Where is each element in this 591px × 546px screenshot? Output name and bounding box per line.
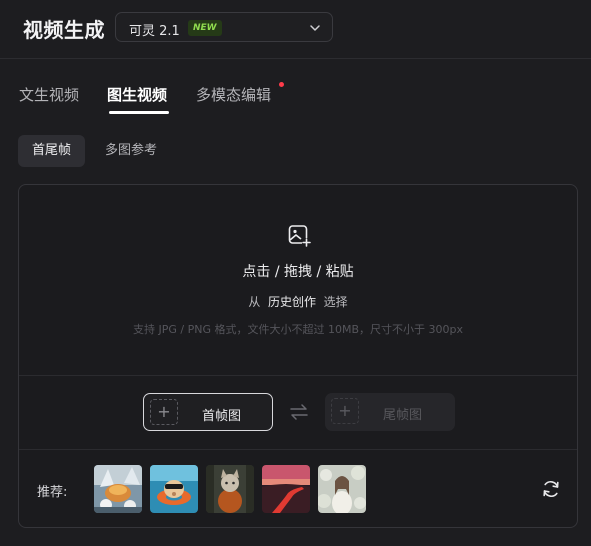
tab-multimodal-edit[interactable]: 多模态编辑 <box>196 84 271 105</box>
model-select[interactable]: 可灵 2.1 NEW <box>115 12 333 42</box>
upload-panel: 点击 / 拖拽 / 粘贴 从 历史创作 选择 支持 JPG / PNG 格式，文… <box>18 184 578 528</box>
history-line: 从 历史创作 选择 <box>19 293 577 310</box>
header: 视频生成 可灵 2.1 NEW <box>0 0 591 59</box>
notification-dot <box>279 82 284 87</box>
chevron-down-icon <box>310 25 320 31</box>
recommend-label: 推荐: <box>37 485 68 500</box>
tab-image-to-video[interactable]: 图生视频 <box>107 84 167 105</box>
divider <box>19 375 577 376</box>
rec-thumb-snow-cake[interactable] <box>94 465 142 513</box>
divider <box>19 449 577 450</box>
upload-hint: 支持 JPG / PNG 格式，文件大小不超过 10MB，尺寸不小于 300px <box>133 323 463 336</box>
image-upload-icon[interactable] <box>287 223 311 247</box>
model-select-value: 可灵 2.1 <box>129 24 180 39</box>
refresh-icon[interactable] <box>541 479 561 499</box>
active-tab-indicator <box>109 111 169 114</box>
subtab-multi-image-ref[interactable]: 多图参考 <box>96 135 166 167</box>
history-suffix: 选择 <box>323 295 348 309</box>
rec-thumb-cat-forest[interactable] <box>206 465 254 513</box>
last-frame-button[interactable]: + 尾帧图 <box>325 393 455 431</box>
plus-icon: + <box>331 398 359 424</box>
rec-thumb-hamster-float[interactable] <box>150 465 198 513</box>
subtab-first-last-frame[interactable]: 首尾帧 <box>18 135 85 167</box>
last-frame-label: 尾帧图 <box>383 408 423 423</box>
history-link[interactable]: 历史创作 <box>268 295 316 309</box>
tab-text-to-video[interactable]: 文生视频 <box>19 84 79 105</box>
rec-thumb-woman-flowers[interactable] <box>318 465 366 513</box>
page-title: 视频生成 <box>23 18 105 42</box>
history-prefix: 从 <box>248 295 261 309</box>
swap-icon[interactable] <box>289 403 309 421</box>
rec-thumb-sunset-river[interactable] <box>262 465 310 513</box>
upload-instructions[interactable]: 点击 / 拖拽 / 粘贴 <box>19 261 577 281</box>
mode-tabs: 文生视频 图生视频 多模态编辑 <box>0 80 591 114</box>
plus-icon: + <box>150 399 178 425</box>
first-frame-label: 首帧图 <box>202 409 242 424</box>
first-frame-button[interactable]: + 首帧图 <box>143 393 273 431</box>
new-badge: NEW <box>188 20 222 36</box>
